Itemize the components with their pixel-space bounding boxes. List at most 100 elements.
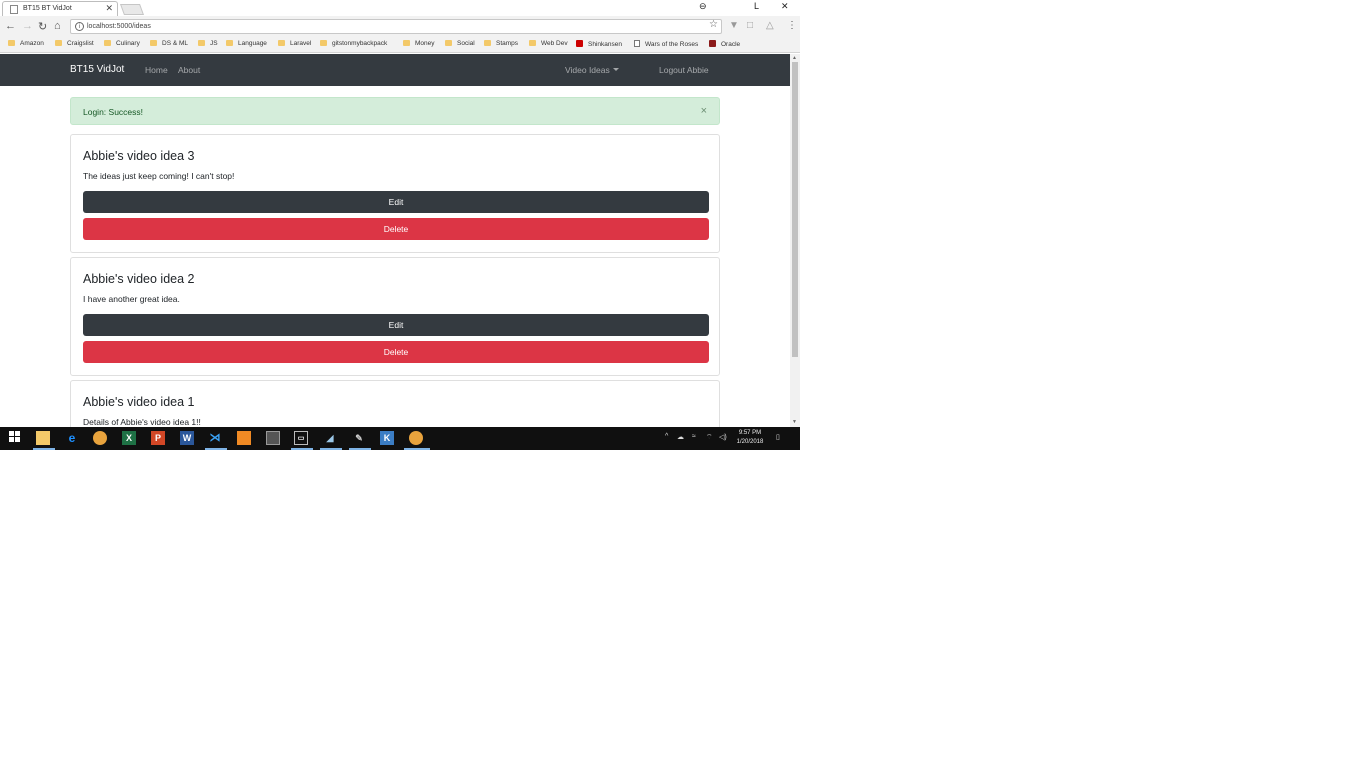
file-explorer-icon[interactable]	[36, 431, 50, 445]
idea-title: Abbie's video idea 2	[83, 272, 195, 286]
folder-icon	[198, 40, 205, 46]
app-icon[interactable]: ✎	[352, 431, 366, 445]
delete-button[interactable]: Delete	[83, 218, 709, 240]
word-icon[interactable]: W	[180, 431, 194, 445]
app-icon[interactable]	[266, 431, 280, 445]
bookmark-item[interactable]: Amazon	[8, 40, 44, 47]
folder-icon	[529, 40, 536, 46]
bookmark-item[interactable]: Money	[403, 40, 435, 47]
tray-arrow-icon[interactable]: ^	[665, 433, 668, 440]
delete-button[interactable]: Delete	[83, 341, 709, 363]
active-indicator	[404, 448, 430, 450]
back-icon[interactable]: ←	[5, 20, 16, 32]
bookmark-item[interactable]: Shinkansen	[576, 40, 622, 48]
menu-icon[interactable]: ⋮	[787, 20, 797, 31]
bookmark-item[interactable]: Social	[445, 40, 475, 47]
screen: BT15 BT VidJot ✕ ⊖ L ✕ ← → ↻ ⌂ i localho…	[0, 0, 800, 450]
navbar-brand[interactable]: BT15 VidJot	[70, 64, 124, 75]
bookmark-item[interactable]: Web Dev	[529, 40, 568, 47]
close-window-icon[interactable]: ✕	[781, 1, 789, 12]
app-icon[interactable]: K	[380, 431, 394, 445]
folder-icon	[278, 40, 285, 46]
extension-icon[interactable]: ▼	[729, 20, 739, 31]
idea-card: Abbie's video idea 1 Details of Abbie's …	[70, 380, 720, 427]
success-alert: Login: Success! ×	[70, 97, 720, 125]
excel-icon[interactable]: X	[122, 431, 136, 445]
site-icon	[709, 40, 716, 47]
chrome-icon[interactable]	[93, 431, 107, 445]
edit-button[interactable]: Edit	[83, 191, 709, 213]
caret-down-icon	[612, 68, 619, 71]
alert-message: Login: Success!	[83, 107, 144, 117]
active-indicator	[291, 448, 313, 450]
idea-card: Abbie's video idea 3 The ideas just keep…	[70, 134, 720, 253]
bookmark-item[interactable]: Language	[226, 40, 267, 47]
vscode-icon[interactable]: ⋊	[208, 431, 222, 445]
volume-icon[interactable]: ◁)	[719, 433, 727, 441]
alert-close-icon[interactable]: ×	[701, 105, 707, 117]
home-icon[interactable]: ⌂	[54, 20, 61, 32]
minimize-icon[interactable]: L	[754, 1, 759, 11]
folder-icon	[55, 40, 62, 46]
clock[interactable]: 9:57 PM 1/20/2018	[733, 429, 767, 447]
forward-icon[interactable]: →	[22, 20, 33, 32]
app-icon[interactable]: ◢	[323, 431, 337, 445]
info-icon[interactable]: i	[75, 22, 84, 31]
idea-title: Abbie's video idea 1	[83, 395, 195, 409]
scroll-down-icon[interactable]: ▼	[792, 419, 797, 425]
idea-title: Abbie's video idea 3	[83, 149, 195, 163]
account-icon[interactable]: ⊖	[699, 1, 707, 12]
close-tab-icon[interactable]: ✕	[105, 3, 113, 14]
notification-icon[interactable]: ▯	[776, 433, 780, 441]
clock-date: 1/20/2018	[736, 439, 764, 445]
bookmark-item[interactable]: Laravel	[278, 40, 311, 47]
browser-title-bar: BT15 BT VidJot ✕ ⊖ L ✕	[0, 0, 800, 16]
site-icon	[576, 40, 583, 47]
onedrive-icon[interactable]: ☁	[677, 433, 684, 441]
active-indicator	[205, 448, 227, 450]
nav-about-link[interactable]: About	[178, 65, 200, 75]
chrome-icon[interactable]	[409, 431, 423, 445]
folder-icon	[226, 40, 233, 46]
idea-details: Details of Abbie's video idea 1!!	[83, 417, 201, 427]
edit-button[interactable]: Edit	[83, 314, 709, 336]
bookmark-item[interactable]: Oracle	[709, 40, 740, 48]
bookmark-item[interactable]: Craigslist	[55, 40, 94, 47]
bookmark-star-icon[interactable]: ☆	[709, 19, 718, 30]
address-bar[interactable]: i localhost:5000/ideas ☆	[70, 19, 722, 34]
scroll-thumb[interactable]	[792, 62, 798, 357]
terminal-icon[interactable]: ▭	[294, 431, 308, 445]
bookmark-item[interactable]: JS	[198, 40, 218, 47]
active-indicator	[349, 448, 371, 450]
wifi-icon[interactable]: ⌔	[706, 433, 713, 442]
extension-icon[interactable]: □	[747, 20, 753, 31]
xampp-icon[interactable]	[237, 431, 251, 445]
idea-card: Abbie's video idea 2 I have another grea…	[70, 257, 720, 376]
bookmark-item[interactable]: Culinary	[104, 40, 140, 47]
folder-icon	[150, 40, 157, 46]
powerpoint-icon[interactable]: P	[151, 431, 165, 445]
folder-icon	[484, 40, 491, 46]
video-ideas-dropdown[interactable]: Video Ideas	[565, 65, 619, 75]
browser-tab[interactable]: BT15 BT VidJot ✕	[2, 1, 118, 16]
bookmarks-bar: Amazon Craigslist Culinary DS & ML JS La…	[0, 37, 800, 53]
tab-title: BT15 BT VidJot	[23, 5, 72, 12]
bookmark-item[interactable]: Stamps	[484, 40, 518, 47]
reload-icon[interactable]: ↻	[38, 20, 47, 33]
active-indicator	[320, 448, 342, 450]
page-scrollbar[interactable]: ▲ ▼	[790, 54, 800, 427]
idea-details: The ideas just keep coming! I can't stop…	[83, 171, 235, 181]
edge-icon[interactable]: e	[65, 431, 79, 445]
bookmark-item[interactable]: DS & ML	[150, 40, 188, 47]
active-indicator	[33, 448, 55, 450]
network-icon[interactable]: ≈	[692, 433, 696, 440]
folder-icon	[445, 40, 452, 46]
nav-home-link[interactable]: Home	[145, 65, 168, 75]
logout-link[interactable]: Logout Abbie	[659, 65, 709, 75]
bookmark-item[interactable]: Wars of the Roses	[634, 40, 698, 48]
scroll-up-icon[interactable]: ▲	[792, 55, 797, 61]
start-button-icon[interactable]	[7, 431, 21, 445]
bookmark-item[interactable]: gitstonmybackpack	[320, 40, 387, 47]
new-tab-button[interactable]	[119, 4, 145, 15]
extension-icon[interactable]: △	[766, 20, 774, 31]
